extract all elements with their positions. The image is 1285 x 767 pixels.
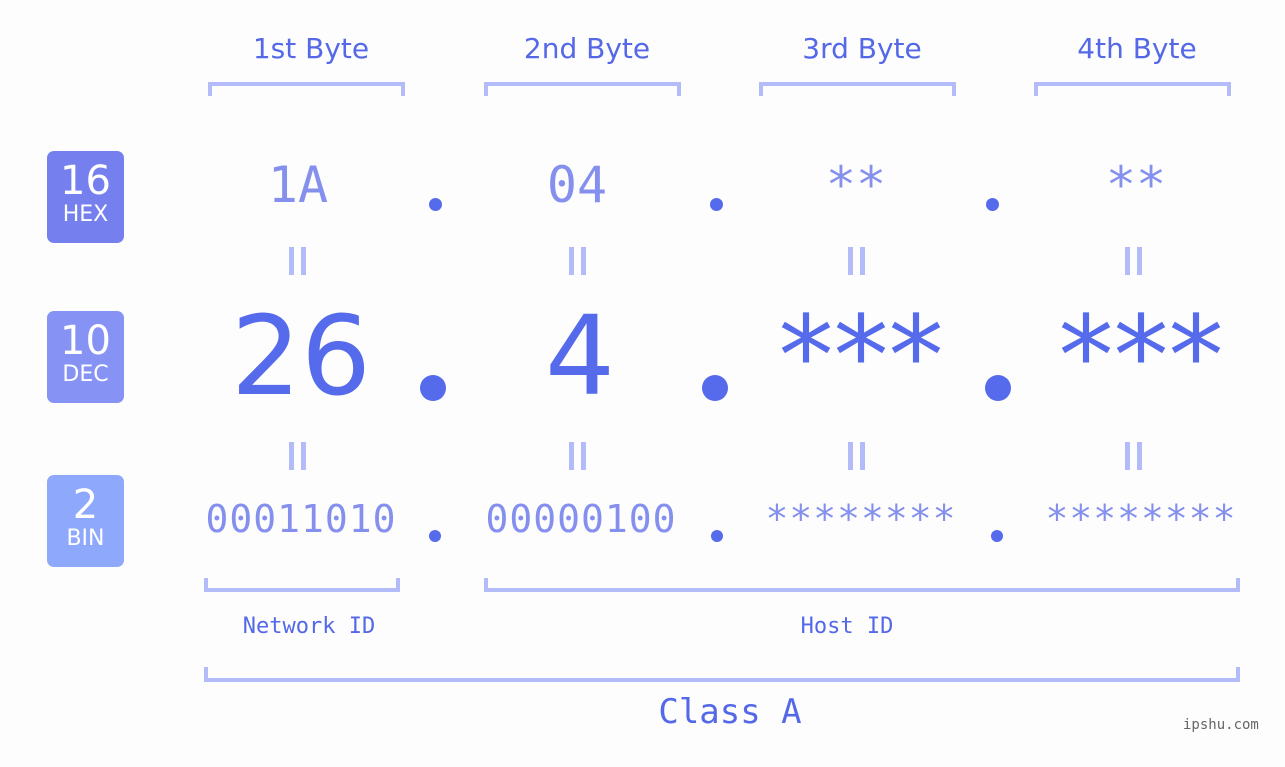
byte-bracket-3 [759,82,956,96]
byte-bracket-4 [1034,82,1231,96]
byte-header-4: 4th Byte [1077,32,1197,65]
byte-header-3: 3rd Byte [802,32,922,65]
bin-value-3: ******** [765,497,957,541]
host-id-bracket [484,578,1240,592]
byte-header-1: 1st Byte [252,32,370,65]
hex-value-4: ** [1105,156,1167,214]
watermark: ipshu.com [1183,717,1259,733]
dec-separator-2 [702,375,728,401]
class-bracket [204,667,1240,682]
bin-badge-label: BIN [66,526,105,551]
equals-icon [1125,247,1147,277]
equals-icon [848,442,870,472]
equals-icon [569,247,591,277]
hex-separator-3 [986,198,999,211]
bin-badge-number: 2 [72,482,99,528]
dec-separator-1 [420,375,446,401]
dec-value-2: 4 [545,292,615,420]
equals-icon [289,442,311,472]
byte-bracket-2 [484,82,681,96]
equals-icon [848,247,870,277]
bin-separator-1 [429,530,441,542]
bin-separator-2 [711,530,723,542]
bin-separator-3 [991,530,1003,542]
bin-badge: 2 BIN [47,475,124,567]
dec-value-1: 26 [231,292,371,420]
bin-value-1: 00011010 [205,497,397,541]
dec-separator-3 [985,375,1011,401]
hex-badge: 16 HEX [47,151,124,243]
network-id-bracket [204,578,400,592]
hex-value-3: ** [825,156,887,214]
dec-badge-number: 10 [60,318,111,364]
equals-icon [1125,442,1147,472]
dec-value-4: *** [1058,292,1224,420]
hex-badge-label: HEX [62,202,109,227]
hex-badge-number: 16 [60,158,111,204]
byte-bracket-1 [208,82,405,96]
equals-icon [569,442,591,472]
hex-value-1: 1A [267,156,329,214]
bin-value-4: ******** [1045,497,1237,541]
dec-badge: 10 DEC [47,311,124,403]
byte-header-2: 2nd Byte [523,32,651,65]
hex-value-2: 04 [546,156,608,214]
network-id-label: Network ID [242,614,376,639]
dec-value-3: *** [778,292,944,420]
hex-separator-2 [710,198,723,211]
bin-value-2: 00000100 [485,497,677,541]
hex-separator-1 [429,198,442,211]
dec-badge-label: DEC [62,362,109,387]
host-id-label: Host ID [800,614,894,639]
equals-icon [289,247,311,277]
class-label: Class A [658,692,802,732]
